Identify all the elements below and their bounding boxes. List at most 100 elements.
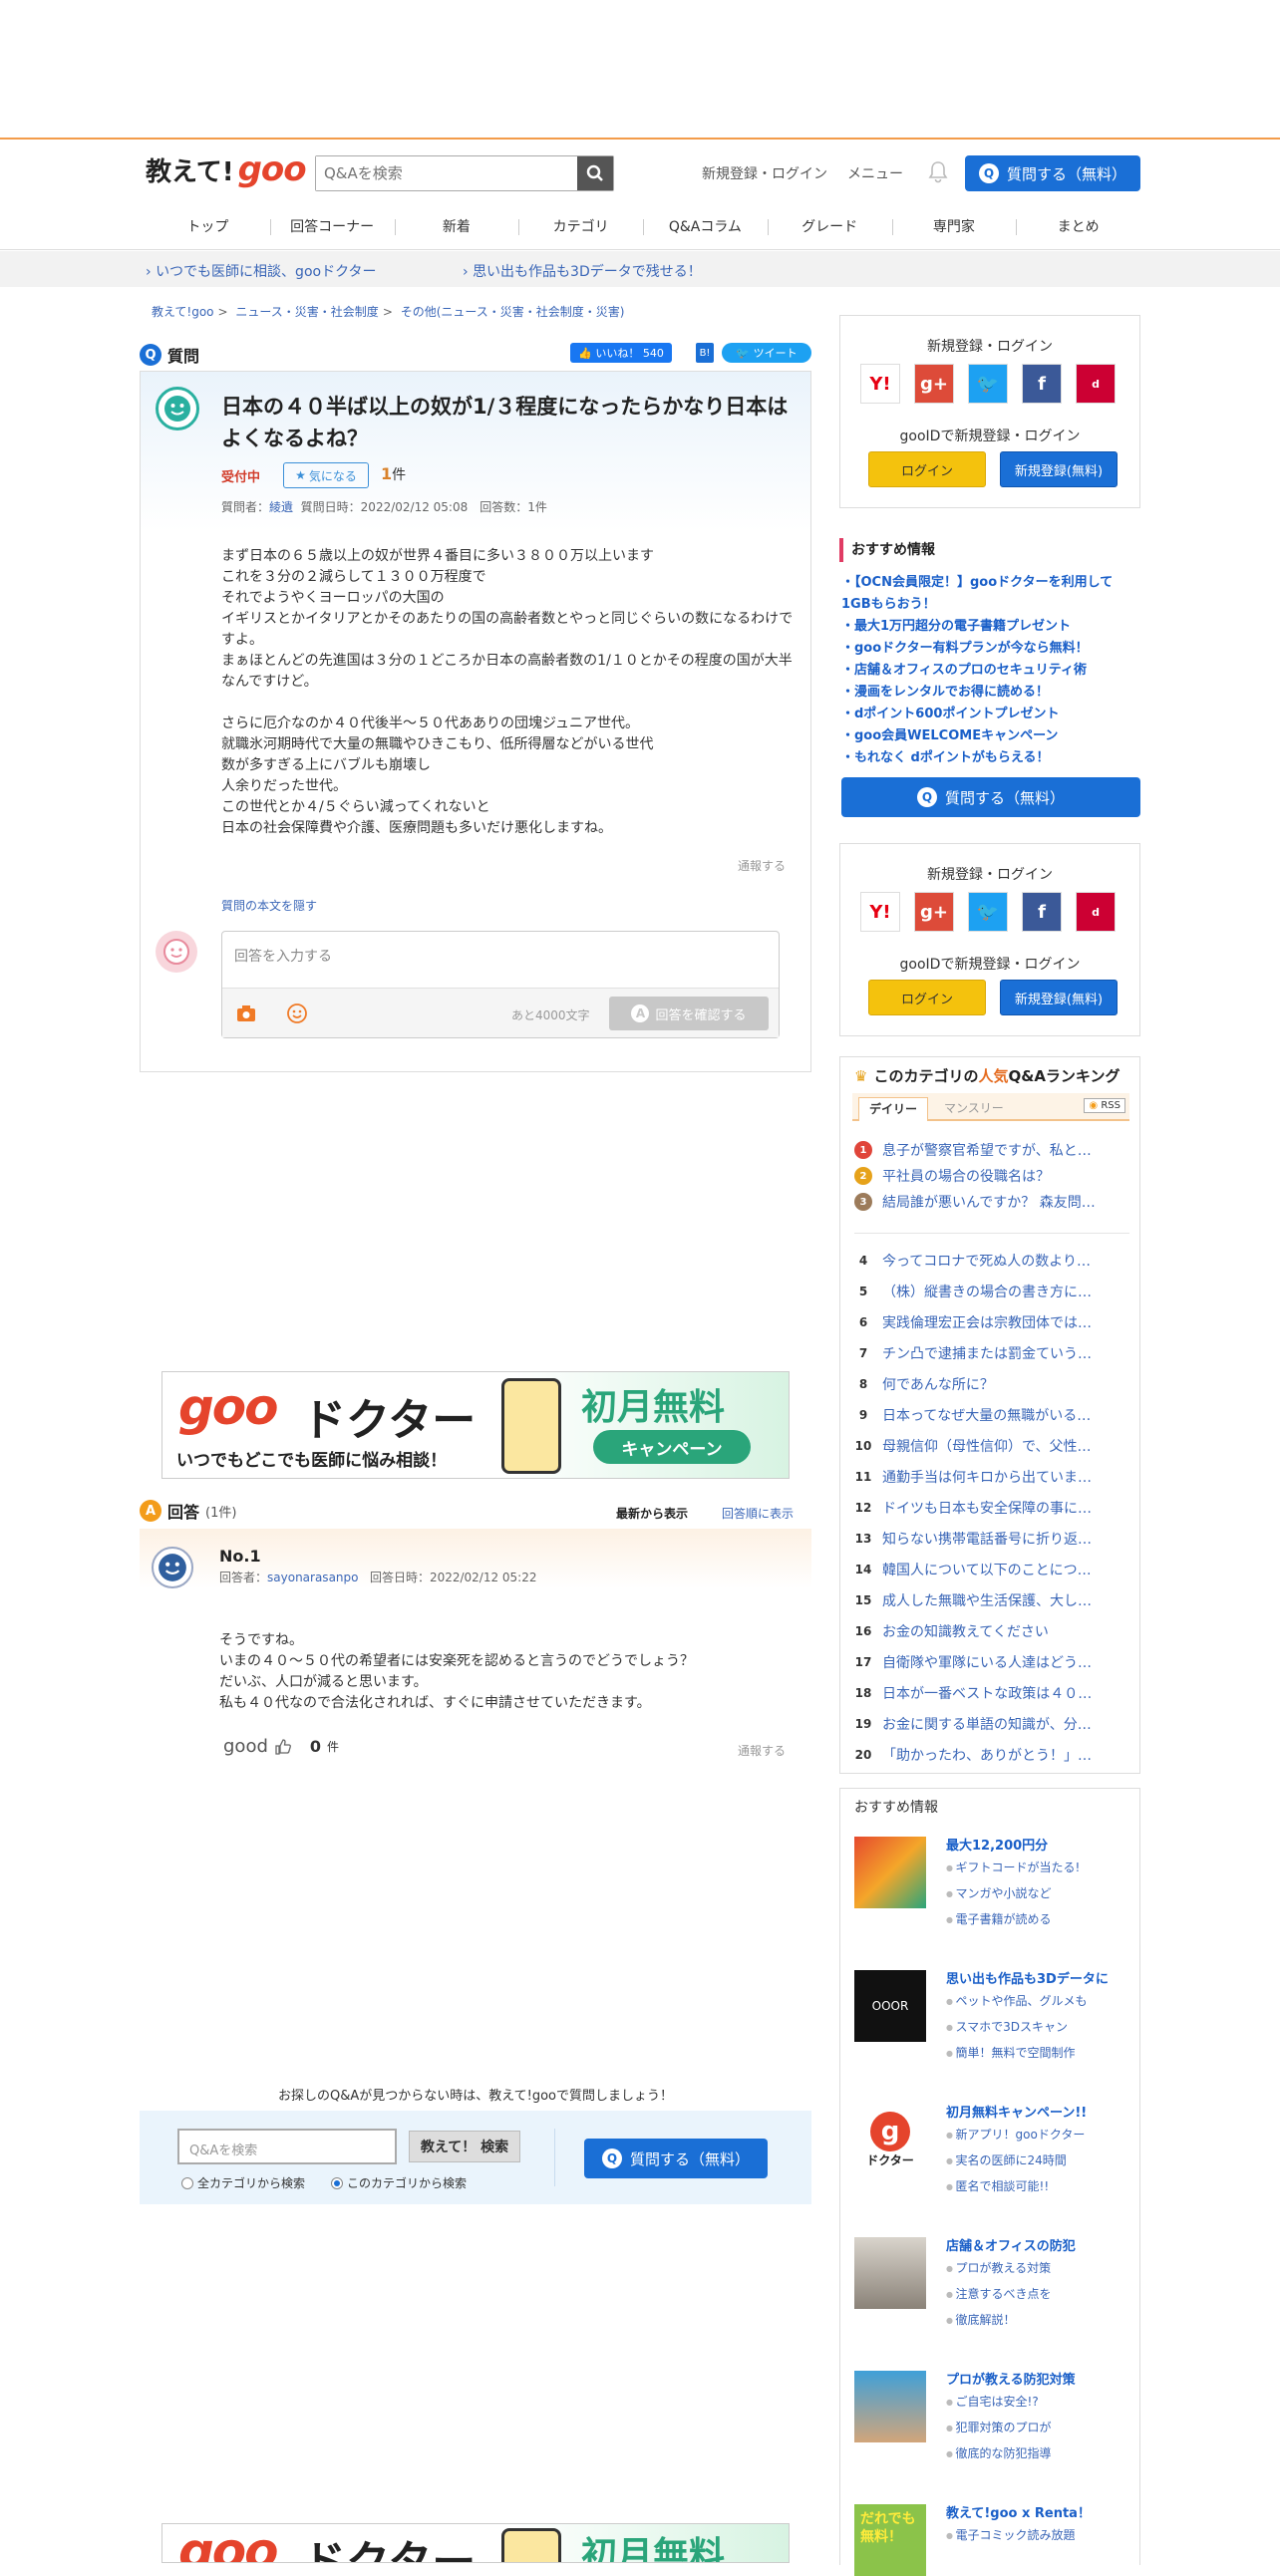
register-button[interactable]: 新規登録(無料) [1000, 451, 1118, 487]
asker-avatar [156, 387, 199, 430]
register-login-link[interactable]: 新規登録・ログイン [702, 163, 827, 183]
emoji-icon[interactable] [286, 1002, 308, 1024]
recommend-item[interactable]: ・dポイント600ポイントプレゼント [841, 704, 1140, 725]
nav-new[interactable]: 新着 [394, 209, 519, 247]
ranking-item[interactable]: 1 息子が警察官希望ですが、私と… [854, 1137, 1129, 1163]
header-ask-button[interactable]: Q 質問する（無料） [965, 155, 1140, 191]
search-input[interactable] [316, 156, 577, 190]
ranking-item[interactable]: 7 チン凸で逮捕または罰金ていう… [854, 1337, 1129, 1368]
recommend-item[interactable]: ・【OCN会員限定！】gooドクターを利用して1GBもらおう！ [841, 572, 1140, 616]
ranking-item[interactable]: 18 日本が一番ベストな政策は４０… [854, 1677, 1129, 1708]
register-button[interactable]: 新規登録(無料) [1000, 980, 1118, 1015]
goo-doctor-banner[interactable]: goo ドクター いつでもどこでも医師に悩み相談！ 初月無料 キャンペーン [161, 1371, 790, 1479]
twitter-icon[interactable]: 🐦 [968, 892, 1008, 932]
good-button[interactable]: good 0 件 [223, 1736, 339, 1757]
osusume-item[interactable]: g ドクター 初月無料キャンペーン!! 新アプリ！gooドクター 実名の医師に2… [854, 2100, 1133, 2219]
answer-report-link[interactable]: 通報する [738, 1742, 786, 1759]
osusume-item[interactable]: プロが教える防犯対策 ご自宅は安全!? 犯罪対策のプロが 徹底的な防犯指導 [854, 2367, 1133, 2486]
facebook-icon[interactable]: f [1022, 364, 1062, 404]
confirm-answer-button[interactable]: A 回答を確認する [609, 997, 769, 1030]
menu-link[interactable]: メニュー [847, 163, 903, 183]
nav-answer-corner[interactable]: 回答コーナー [269, 209, 395, 247]
hide-question-body-link[interactable]: 質問の本文を隠す [221, 897, 317, 914]
ranking-item[interactable]: 4 今ってコロナで死ぬ人の数より… [854, 1245, 1129, 1276]
ranking-box: ♛ このカテゴリの人気Q&Aランキング デイリー マンスリー ◉ RSS 1 息子… [839, 1056, 1140, 1774]
tweet-button[interactable]: 🐦 ツイート [722, 343, 811, 363]
twitter-icon[interactable]: 🐦 [968, 364, 1008, 404]
tab-monthly[interactable]: マンスリー [934, 1097, 1014, 1121]
breadcrumb-other[interactable]: その他(ニュース・災害・社会制度・災害) [401, 305, 625, 319]
search-button[interactable] [577, 156, 613, 190]
ranking-item[interactable]: 11 通勤手当は何キロから出ていま… [854, 1461, 1129, 1492]
recommend-item[interactable]: ・もれなく dポイントがもらえる！ [841, 747, 1140, 769]
login-button[interactable]: ログイン [868, 451, 986, 487]
recommend-item[interactable]: ・goo会員WELCOMEキャンペーン [841, 725, 1140, 747]
recommend-item[interactable]: ・gooドクター有料プランが今なら無料！ [841, 638, 1140, 660]
nav-top[interactable]: トップ [146, 209, 270, 247]
question-report-link[interactable]: 通報する [738, 857, 786, 874]
ranking-item-title: 「助かったわ、ありがとう！」… [882, 1747, 1092, 1764]
breadcrumb-home[interactable]: 教えて!goo [152, 305, 214, 319]
ranking-item[interactable]: 20 「助かったわ、ありがとう！」… [854, 1739, 1129, 1770]
ranking-item[interactable]: 9 日本ってなぜ大量の無職がいる… [854, 1399, 1129, 1430]
radio-all-categories[interactable]: 全カテゴリから検索 [181, 2174, 305, 2191]
ranking-item[interactable]: 6 実践倫理宏正会は宗教団体では… [854, 1306, 1129, 1337]
docomo-icon[interactable]: d [1076, 892, 1116, 932]
osusume-item[interactable]: 最大12,200円分 ギフトコードが当たる! マンガや小説など 電子書籍が読める [854, 1833, 1133, 1952]
yahoo-icon[interactable]: Y! [860, 364, 900, 404]
ranking-item[interactable]: 17 自衛隊や軍隊にいる人達はどう… [854, 1646, 1129, 1677]
goo-doctor-banner-2[interactable]: goo ドクター 初月無料 [161, 2523, 790, 2563]
nav-grade[interactable]: グレード [767, 209, 892, 247]
radio-this-category[interactable]: このカテゴリから検索 [331, 2174, 467, 2191]
sort-newest[interactable]: 最新から表示 [616, 1505, 688, 1522]
docomo-icon[interactable]: d [1076, 364, 1116, 404]
ranking-item[interactable]: 14 韓国人について以下のことにつ… [854, 1554, 1129, 1584]
ranking-item[interactable]: 3 結局誰が悪いんですか？ 森友問… [854, 1189, 1129, 1215]
bottom-search-button[interactable]: 教えて！ 検索 [409, 2131, 520, 2162]
ranking-item[interactable]: 13 知らない携帯電話番号に折り返… [854, 1523, 1129, 1554]
asker-link[interactable]: 綾遺 [269, 500, 293, 514]
osusume-item[interactable]: だれでも無料！ 教えて!goo x Renta！ 電子コミック読み放題 [854, 2500, 1133, 2576]
nav-qa-column[interactable]: Q&Aコラム [643, 209, 768, 247]
ranking-item[interactable]: 10 母親信仰（母性信仰）で、父性… [854, 1430, 1129, 1461]
bottom-ask-button[interactable]: Q 質問する（無料） [584, 2139, 768, 2178]
nav-expert[interactable]: 専門家 [891, 209, 1017, 247]
osusume-item[interactable]: 店舗＆オフィスの防犯 プロが教える対策 注意するべき点を 徹底解説！ [854, 2233, 1133, 2353]
google-plus-icon[interactable]: g+ [914, 892, 954, 932]
osusume-item[interactable]: OOOR 思い出も作品も3Dデータに ペットや作品、グルメも スマホで3Dスキャ… [854, 1966, 1133, 2086]
nav-matome[interactable]: まとめ [1016, 209, 1140, 247]
answer-input[interactable]: 回答を入力する あと4000文字 A 回答を確認する [221, 931, 780, 1038]
ranking-item[interactable]: 2 平社員の場合の役職名は？ [854, 1163, 1129, 1189]
sidebar-ask-button[interactable]: Q 質問する（無料） [841, 777, 1140, 817]
hatena-bookmark-button[interactable]: B! [696, 343, 714, 363]
promo-link-3d[interactable]: › 思い出も作品も3Dデータで残せる！ [463, 261, 702, 281]
answerer-link[interactable]: sayonarasanpo [267, 1571, 358, 1584]
camera-icon[interactable] [236, 1004, 256, 1022]
rss-button[interactable]: ◉ RSS [1084, 1098, 1125, 1113]
recommend-item[interactable]: ・最大1万円超分の電子書籍プレゼント [841, 616, 1140, 638]
ranking-item[interactable]: 5 （株）縦書きの場合の書き方に… [854, 1276, 1129, 1306]
ranking-item[interactable]: 15 成人した無職や生活保護、大し… [854, 1584, 1129, 1615]
kininaru-button[interactable]: ★ 気になる [283, 462, 369, 488]
sort-oldest[interactable]: 回答順に表示 [722, 1505, 794, 1522]
nav-category[interactable]: カテゴリ [518, 209, 643, 247]
question-meta: 質問者：綾遺 質問日時：2022/02/12 05:08 回答数：1件 [221, 500, 547, 514]
recommend-item[interactable]: ・店舗＆オフィスのプロのセキュリティ術 [841, 660, 1140, 682]
person-thumbnail [854, 2371, 926, 2442]
ranking-item[interactable]: 8 何であんな所に？ [854, 1368, 1129, 1399]
ranking-item[interactable]: 12 ドイツも日本も安全保障の事に… [854, 1492, 1129, 1523]
ranking-item[interactable]: 16 お金の知識教えてください [854, 1615, 1129, 1646]
site-logo[interactable]: 教えて! goo [146, 149, 307, 189]
promo-link-doctor[interactable]: › いつでも医師に相談、gooドクター [146, 261, 377, 281]
tab-daily[interactable]: デイリー [858, 1097, 929, 1121]
google-plus-icon[interactable]: g+ [914, 364, 954, 404]
yahoo-icon[interactable]: Y! [860, 892, 900, 932]
bell-icon[interactable] [927, 159, 949, 183]
ranking-item[interactable]: 19 お金に関する単語の知識が、分… [854, 1708, 1129, 1739]
bottom-search-input[interactable]: Q&Aを検索 [177, 2129, 397, 2164]
breadcrumb-news[interactable]: ニュース・災害・社会制度 [235, 305, 378, 319]
facebook-like-button[interactable]: 👍 いいね！ 540 [570, 343, 672, 363]
recommend-item[interactable]: ・漫画をレンタルでお得に読める！ [841, 682, 1140, 704]
login-button[interactable]: ログイン [868, 980, 986, 1015]
facebook-icon[interactable]: f [1022, 892, 1062, 932]
